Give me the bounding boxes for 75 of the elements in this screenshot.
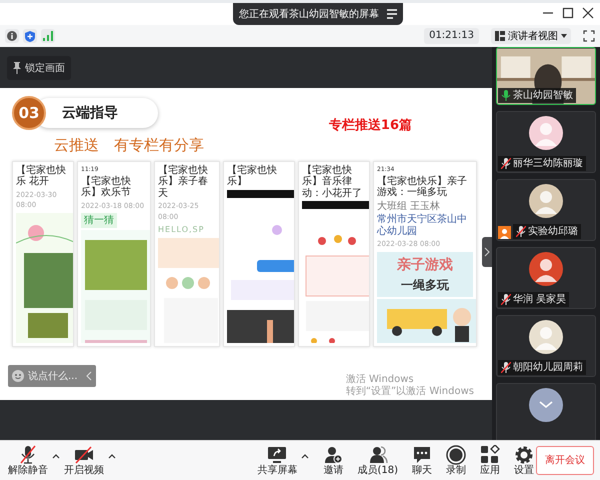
view-dropdown[interactable]: 演讲者视图 [491,28,571,44]
article-tag: HELLO,SP [158,224,216,236]
camera-button[interactable]: 开启视频 [62,444,118,476]
layout-icon [495,31,505,41]
emoji-icon[interactable] [12,370,24,382]
info-icon[interactable] [5,29,19,43]
avatar-icon [529,184,563,218]
article-card[interactable]: 【宅家也快乐】音乐律动：小花开了 [298,160,370,346]
invite-button[interactable]: 邀请 [321,444,346,476]
article-title: 【宅家也快乐 花开 [16,164,67,188]
article-org: 常州市天宁区茶山中心幼儿园 [377,214,468,237]
screen-share-icon [267,444,288,464]
watermark-text: 激活 Windows [346,374,415,386]
signal-icon[interactable] [41,29,55,43]
article-card[interactable]: 【宅家也快乐】 [223,160,295,346]
settings-button[interactable]: 设置 [512,444,536,476]
avatar-icon [529,252,563,286]
participant-name: 茶山幼园智敏 [498,88,576,103]
participant-name: 朝阳幼儿园周莉 [498,360,586,375]
poster-subtitle: 一绳多玩 [401,276,449,294]
article-title: 【宅家也快乐】亲子游戏：一绳多玩 [377,176,468,198]
list-icon[interactable] [385,7,399,21]
participant-name: 丽华三幼陈丽璇 [498,156,586,171]
article-title: 【宅家也快乐】音乐律动：小花开了 [302,164,363,199]
members-button[interactable]: 成员(18) [355,444,400,476]
fullscreen-icon[interactable] [583,30,595,42]
article-title: 【宅家也快乐】亲子春天 [158,164,209,199]
share-button[interactable]: 共享屏幕 [255,444,312,476]
leave-meeting-button[interactable]: 离开会议 [536,446,594,475]
meeting-timer: 01:21:13 [424,28,479,44]
poster-title: 亲子游戏 [397,256,453,274]
watermark-text: 转到“设置”以激活 Windows [346,386,474,398]
caret-icon[interactable] [52,452,60,458]
apps-icon [480,444,500,464]
muted-microphone-icon [18,444,38,464]
slide-highlight: 专栏推送16篇 [328,117,412,135]
panel-toggle[interactable] [482,237,492,267]
participant-tile[interactable] [496,383,596,440]
article-title: 【宅家也快乐】 [227,164,278,188]
caret-icon[interactable] [301,452,310,458]
article-author: 大班组 王玉林 [377,200,442,212]
article-title: 【宅家也快乐】欢乐节 [81,176,132,198]
close-icon[interactable] [582,7,594,19]
people-icon [368,444,388,464]
record-icon [446,444,466,464]
banner-text: 您正在观看茶山幼园智敏的屏幕 [238,8,380,22]
add-person-icon [323,444,344,464]
settings-icon [514,444,534,464]
slide-subtitle: 云推送 有专栏有分享 [54,135,204,156]
avatar-icon [529,116,563,150]
chat-button[interactable]: 聊天 [410,444,434,476]
participant-tile[interactable]: 实验幼邱璐 [496,179,596,241]
scroll-down-icon[interactable] [529,388,563,422]
mic-button[interactable]: 解除静音 [6,444,62,476]
caret-icon [561,34,567,38]
participant-name: 华润 吴家昊 [498,292,570,307]
shield-icon[interactable] [23,29,37,43]
participant-tile[interactable]: 丽华三幼陈丽璇 [496,111,596,173]
maximize-icon[interactable] [562,7,574,19]
participant-tile[interactable]: 茶山幼园智敏 [496,47,596,105]
participant-name: 实验幼邱璐 [513,224,581,239]
article-tag: 猜一猜 [81,213,117,228]
lock-screen-button[interactable]: 锁定画面 [7,56,71,80]
chat-placeholder: 说点什么... [28,370,78,384]
chat-icon [412,444,432,464]
participant-tile[interactable]: 朝阳幼儿园周莉 [496,315,596,377]
caret-icon[interactable] [108,452,116,458]
chevron-icon [484,247,490,257]
record-button[interactable]: 录制 [444,444,468,476]
avatar-icon [529,320,563,354]
pin-icon [13,62,21,74]
participant-tile[interactable]: 华润 吴家昊 [496,247,596,309]
collapse-icon[interactable] [86,371,92,381]
apps-button[interactable]: 应用 [478,444,502,476]
muted-camera-icon [74,444,94,464]
